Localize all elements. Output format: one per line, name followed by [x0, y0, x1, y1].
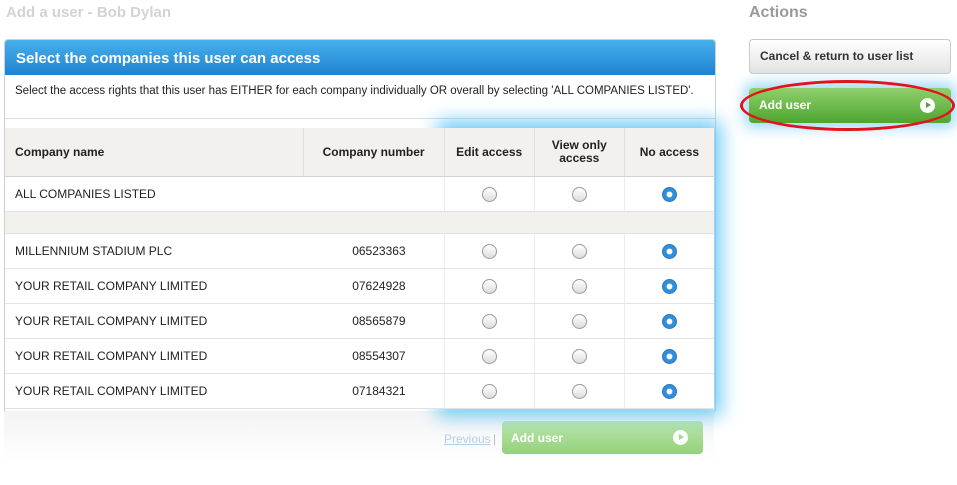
all-companies-row: ALL COMPANIES LISTED	[5, 176, 714, 212]
actions-title: Actions	[749, 4, 808, 21]
company-number: 06523363	[303, 233, 445, 269]
header-no-access: No access	[624, 128, 714, 177]
add-user-button-label: Add user	[759, 98, 812, 112]
table-row: YOUR RETAIL COMPANY LIMITED 07624928	[5, 268, 714, 304]
radio-edit-access[interactable]	[481, 313, 497, 329]
company-access-table: Company name Company number Edit access …	[5, 128, 714, 409]
radio-edit-access[interactable]	[481, 383, 497, 399]
header-view-only-label: View only access	[551, 138, 607, 165]
radio-edit-access[interactable]	[481, 348, 497, 364]
header-company-name: Company name	[5, 128, 305, 177]
company-name: YOUR RETAIL COMPANY LIMITED	[5, 303, 304, 339]
radio-no-access[interactable]	[661, 313, 677, 329]
radio-view-only-access[interactable]	[571, 383, 587, 399]
previous-link[interactable]: Previous	[444, 432, 491, 446]
radio-view-only-access[interactable]	[571, 313, 587, 329]
company-number: 08565879	[303, 303, 445, 339]
radio-edit-access[interactable]	[481, 243, 497, 259]
panel-intro-text: Select the access rights that this user …	[5, 75, 715, 119]
table-row: MILLENNIUM STADIUM PLC 06523363	[5, 233, 714, 269]
company-number: 07184321	[303, 373, 445, 409]
radio-view-only-access[interactable]	[571, 278, 587, 294]
all-companies-number	[303, 176, 445, 212]
table-row: YOUR RETAIL COMPANY LIMITED 08554307	[5, 338, 714, 374]
radio-all-none[interactable]	[661, 186, 677, 202]
table-row: YOUR RETAIL COMPANY LIMITED 08565879	[5, 303, 714, 339]
company-name: MILLENNIUM STADIUM PLC	[5, 233, 304, 269]
page-title: Add a user - Bob Dylan	[6, 4, 172, 21]
radio-edit-access[interactable]	[481, 278, 497, 294]
header-view-only-access: View only access	[534, 128, 625, 177]
radio-all-edit[interactable]	[481, 186, 497, 202]
company-number: 07624928	[303, 268, 445, 304]
cancel-return-button[interactable]: Cancel & return to user list	[749, 39, 951, 74]
table-row: YOUR RETAIL COMPANY LIMITED 07184321	[5, 373, 714, 409]
radio-no-access[interactable]	[661, 383, 677, 399]
footer-separator: |	[493, 432, 497, 446]
add-user-button-bottom[interactable]: Add user	[502, 421, 703, 454]
company-name: YOUR RETAIL COMPANY LIMITED	[5, 268, 304, 304]
table-divider-row	[5, 211, 714, 234]
company-number: 08554307	[303, 338, 445, 374]
company-name: YOUR RETAIL COMPANY LIMITED	[5, 373, 304, 409]
radio-view-only-access[interactable]	[571, 348, 587, 364]
company-name: YOUR RETAIL COMPANY LIMITED	[5, 338, 304, 374]
header-company-number: Company number	[303, 128, 445, 177]
radio-all-view[interactable]	[571, 186, 587, 202]
arrow-right-icon	[673, 430, 688, 445]
arrow-right-icon	[920, 98, 935, 113]
panel-heading: Select the companies this user can acces…	[5, 40, 715, 75]
radio-no-access[interactable]	[661, 278, 677, 294]
radio-view-only-access[interactable]	[571, 243, 587, 259]
table-header-row: Company name Company number Edit access …	[5, 128, 714, 177]
header-edit-access: Edit access	[444, 128, 535, 177]
all-companies-label: ALL COMPANIES LISTED	[5, 176, 304, 212]
radio-no-access[interactable]	[661, 348, 677, 364]
add-user-button[interactable]: Add user	[749, 88, 951, 123]
add-user-button-bottom-label: Add user	[511, 431, 564, 445]
radio-no-access[interactable]	[661, 243, 677, 259]
